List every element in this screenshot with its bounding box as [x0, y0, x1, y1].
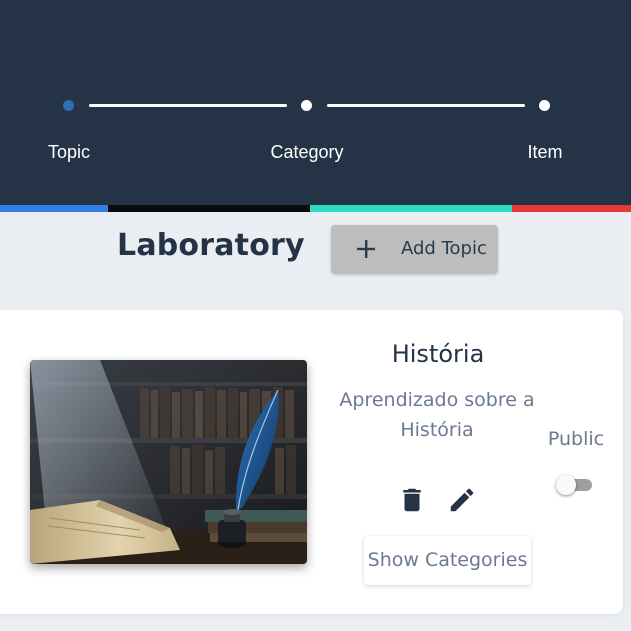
plus-icon: [357, 237, 375, 261]
trash-icon[interactable]: [397, 485, 427, 515]
toggle-thumb: [556, 475, 576, 495]
accent-bar-teal: [310, 205, 512, 212]
stepper-header: Topic Category Item: [0, 0, 631, 205]
step-label-category[interactable]: Category: [270, 142, 343, 163]
step-label-item[interactable]: Item: [527, 142, 562, 163]
topic-description: Aprendizado sobre a História: [339, 389, 535, 441]
public-label: Public: [547, 428, 605, 450]
accent-bar-red: [512, 205, 631, 212]
topic-title: História: [391, 340, 485, 368]
add-topic-label: Add Topic: [401, 238, 487, 259]
pencil-icon[interactable]: [447, 485, 477, 515]
page-title: Laboratory: [117, 228, 305, 263]
add-topic-button[interactable]: Add Topic: [331, 225, 498, 274]
accent-bar-blue: [0, 205, 108, 212]
step-connector-1: [89, 104, 287, 107]
step-dot-topic[interactable]: [63, 100, 74, 111]
step-dot-category[interactable]: [301, 100, 312, 111]
step-dot-item[interactable]: [539, 100, 550, 111]
topic-image: [30, 360, 307, 564]
public-toggle[interactable]: [556, 473, 596, 497]
step-label-topic[interactable]: Topic: [48, 142, 90, 163]
accent-bar-black: [108, 205, 310, 212]
show-categories-button[interactable]: Show Categories: [364, 536, 531, 585]
step-connector-2: [327, 104, 525, 107]
